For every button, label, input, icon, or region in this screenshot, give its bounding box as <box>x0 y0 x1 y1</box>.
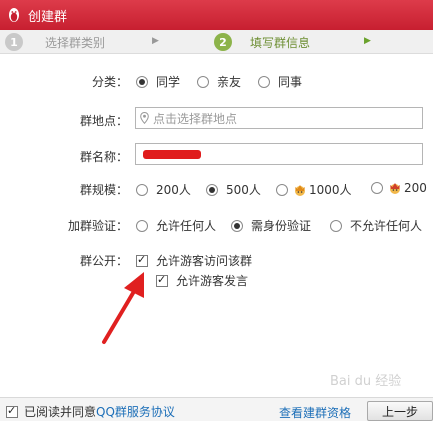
step-arrow-icon: ▶ <box>152 36 159 46</box>
redacted-name-mark <box>143 150 201 159</box>
checkbox-icon[interactable] <box>136 253 148 267</box>
group-name-input[interactable] <box>135 143 423 165</box>
verify-option-anyone[interactable]: 允许任何人 <box>136 217 216 234</box>
crown-icon <box>293 183 307 197</box>
crown-icon <box>388 181 402 195</box>
qq-penguin-icon <box>6 6 22 24</box>
radio-icon[interactable] <box>330 219 342 232</box>
step-label: 选择群类别 <box>45 35 106 50</box>
radio-icon[interactable] <box>136 183 148 196</box>
radio-icon[interactable] <box>231 219 243 232</box>
verify-option-identity[interactable]: 需身份验证 <box>231 217 311 234</box>
size-option-200[interactable]: 200人 <box>136 181 191 198</box>
category-label: 分类： <box>91 75 128 89</box>
step-number: 2 <box>214 33 232 51</box>
verify-label: 加群验证： <box>67 219 128 233</box>
window-title: 创建群 <box>28 9 68 25</box>
prev-button[interactable]: 上一步 <box>367 401 433 421</box>
step-number: 1 <box>5 33 23 51</box>
title-bar: 创建群 <box>0 0 433 30</box>
annotation-arrow <box>102 272 144 344</box>
location-label: 群地点： <box>79 114 128 128</box>
radio-icon[interactable] <box>258 75 270 88</box>
public-label: 群公开： <box>79 254 128 268</box>
size-option-500[interactable]: 500人 <box>206 181 261 198</box>
agree-checkbox[interactable]: 已阅读并同意 QQ群服务协议 <box>6 403 175 420</box>
location-field[interactable]: 点击选择群地点 <box>135 107 423 129</box>
service-agreement-link[interactable]: QQ群服务协议 <box>96 403 175 420</box>
category-option-relatives[interactable]: 亲友 <box>197 73 241 90</box>
allow-speak-checkbox[interactable]: 允许游客发言 <box>156 272 248 289</box>
allow-visit-checkbox[interactable]: 允许游客访问该群 <box>136 252 252 269</box>
category-option-colleague[interactable]: 同事 <box>258 73 302 90</box>
name-label: 群名称： <box>79 150 128 164</box>
view-qualification-link[interactable]: 查看建群资格 <box>279 404 351 421</box>
watermark: Bai du 经验 <box>330 374 402 389</box>
radio-icon[interactable] <box>197 75 209 88</box>
steps-bar: 1 选择群类别 ▶ 2 填写群信息 ▶ <box>0 30 433 54</box>
location-placeholder: 点击选择群地点 <box>153 111 238 126</box>
verify-option-nobody[interactable]: 不允许任何人 <box>330 217 422 234</box>
size-label: 群规模： <box>79 183 128 197</box>
radio-icon[interactable] <box>276 183 288 196</box>
location-pin-icon <box>140 112 149 124</box>
size-option-1000[interactable]: 1000人 <box>276 181 352 198</box>
bottom-bar: 已阅读并同意 QQ群服务协议 查看建群资格 上一步 <box>0 397 433 421</box>
radio-icon[interactable] <box>136 75 148 88</box>
step-arrow-icon: ▶ <box>364 36 371 46</box>
radio-icon[interactable] <box>136 219 148 232</box>
size-option-2000[interactable]: 200 <box>371 181 427 195</box>
radio-icon[interactable] <box>371 182 383 194</box>
step-2: 2 填写群信息 <box>214 33 310 51</box>
checkbox-icon[interactable] <box>6 404 18 418</box>
step-label: 填写群信息 <box>250 35 311 50</box>
category-option-classmate[interactable]: 同学 <box>136 73 180 90</box>
step-1: 1 选择群类别 <box>5 33 105 51</box>
checkbox-icon[interactable] <box>156 273 168 287</box>
radio-icon[interactable] <box>206 183 218 196</box>
agree-text: 已阅读并同意 <box>24 405 97 419</box>
